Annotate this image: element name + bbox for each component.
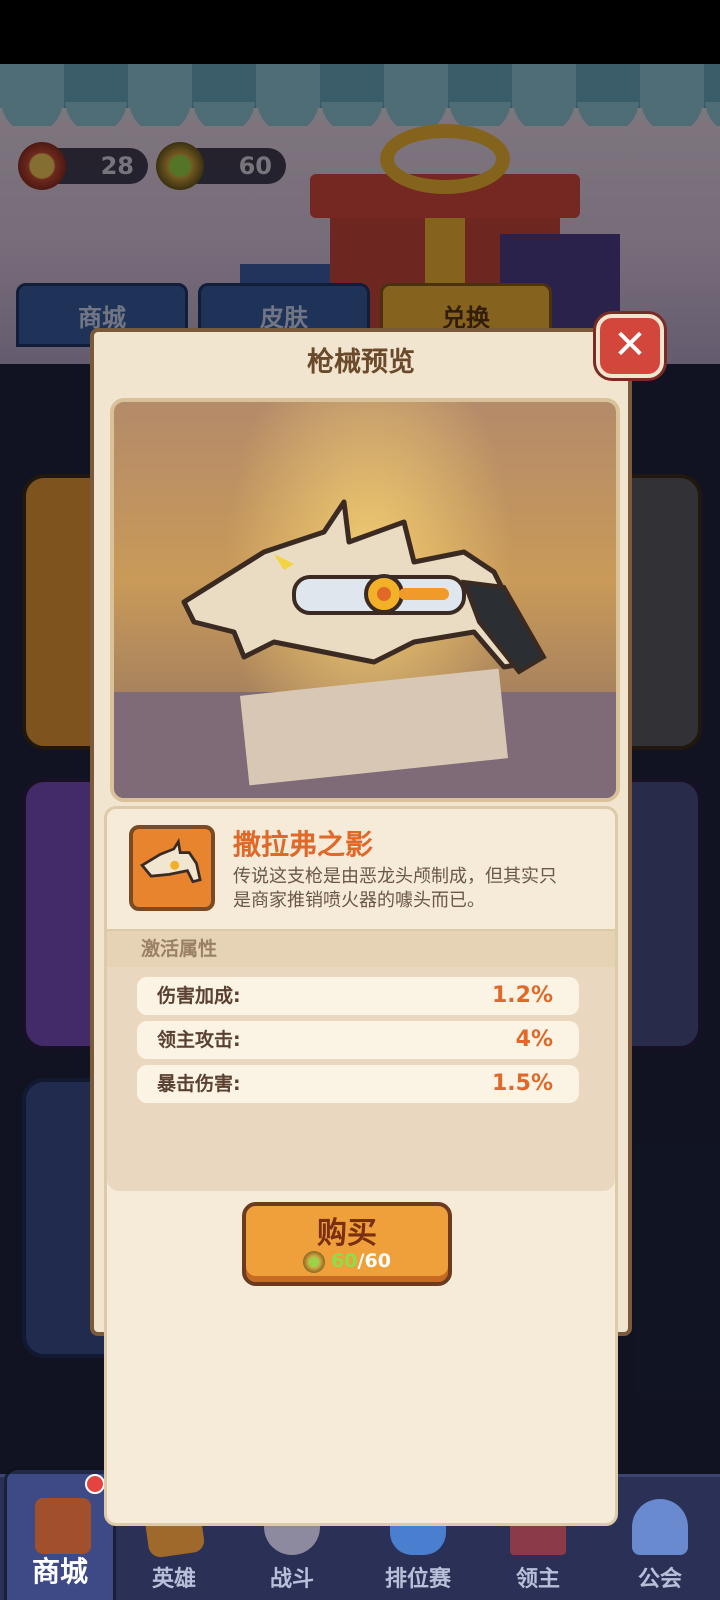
cost-amount: 60 bbox=[364, 1250, 391, 1272]
attribute-row: 领主攻击: 4% bbox=[137, 1021, 579, 1059]
attributes-panel: 激活属性 伤害加成: 1.2% 领主攻击: 4% 暴击伤害: 1.5% bbox=[107, 929, 615, 1191]
guild-castle-icon bbox=[632, 1499, 688, 1555]
nav-guild[interactable]: 公会 bbox=[604, 1477, 716, 1600]
close-button[interactable]: ✕ bbox=[596, 314, 664, 378]
close-icon: ✕ bbox=[613, 322, 647, 368]
weapon-thumbnail-icon bbox=[129, 825, 215, 911]
buy-label: 购买 bbox=[317, 1216, 377, 1251]
nav-label: 商城 bbox=[31, 1555, 88, 1588]
attribute-label: 领主攻击: bbox=[157, 1029, 241, 1051]
modal-title: 枪械预览 bbox=[307, 347, 415, 378]
weapon-preview-modal: 枪械预览 撒拉弗之影 传说这支枪是由恶龙头颅制成，但其实只是商家推销喷火器的噱头… bbox=[90, 328, 632, 1526]
buy-cost: 60/60 bbox=[246, 1250, 448, 1273]
coin-icon bbox=[303, 1250, 326, 1273]
weapon-illustration bbox=[181, 499, 547, 675]
attribute-label: 伤害加成: bbox=[157, 985, 241, 1007]
buy-button[interactable]: 购买 60/60 bbox=[242, 1202, 452, 1286]
weapon-preview-image bbox=[110, 398, 620, 802]
attribute-value: 1.5% bbox=[491, 1071, 553, 1096]
gun-icon bbox=[140, 837, 202, 884]
nav-label: 领主 bbox=[515, 1567, 560, 1592]
attribute-value: 1.2% bbox=[491, 983, 553, 1008]
nav-label: 英雄 bbox=[151, 1567, 196, 1592]
attribute-row: 伤害加成: 1.2% bbox=[137, 977, 579, 1015]
item-info-panel: 撒拉弗之影 传说这支枪是由恶龙头颅制成，但其实只是商家推销喷火器的噱头而已。 激… bbox=[104, 806, 618, 1526]
owned-amount: 60 bbox=[331, 1250, 358, 1272]
shop-stall-icon bbox=[35, 1498, 91, 1554]
nav-label: 公会 bbox=[637, 1567, 682, 1592]
nav-label: 战斗 bbox=[269, 1567, 314, 1592]
notification-dot bbox=[85, 1474, 105, 1494]
status-bar bbox=[0, 0, 720, 64]
nav-shop[interactable]: 商城 bbox=[4, 1467, 116, 1600]
attribute-row: 暴击伤害: 1.5% bbox=[137, 1065, 579, 1103]
attribute-value: 4% bbox=[515, 1027, 553, 1052]
nav-label: 排位赛 bbox=[384, 1567, 451, 1592]
item-name: 撒拉弗之影 bbox=[233, 828, 374, 861]
attributes-header: 激活属性 bbox=[107, 931, 615, 967]
attribute-label: 暴击伤害: bbox=[157, 1073, 241, 1095]
item-description: 传说这支枪是由恶龙头颅制成，但其实只是商家推销喷火器的噱头而已。 bbox=[233, 866, 557, 911]
